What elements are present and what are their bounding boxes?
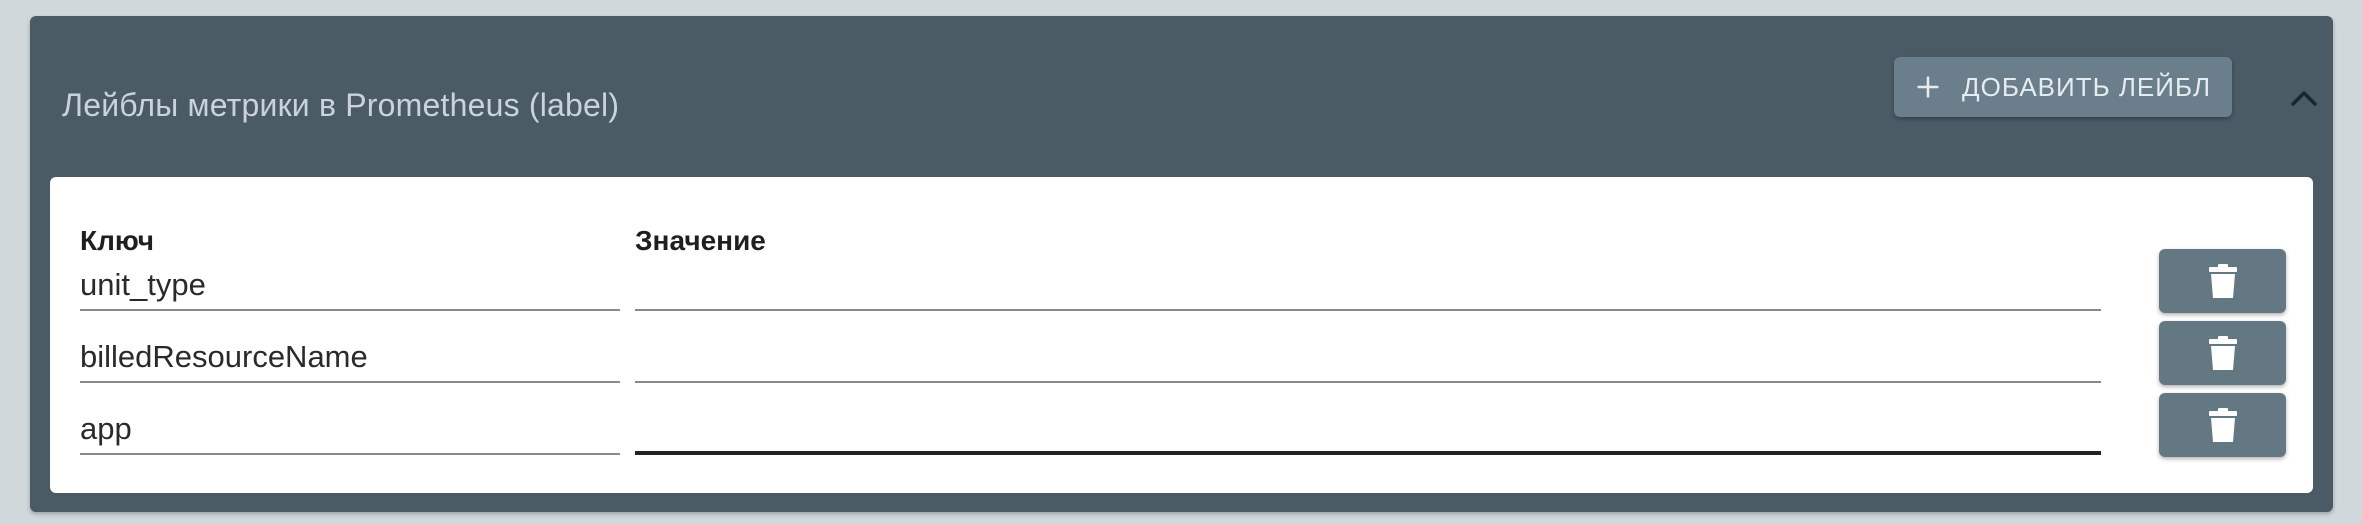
- labels-card: Ключ Значение unit_type billedResourceNa…: [50, 177, 2313, 493]
- plus-icon: [1917, 76, 1939, 98]
- add-label-button-text: ДОБАВИТЬ ЛЕЙБЛ: [1962, 71, 2212, 102]
- chevron-up-icon[interactable]: [2282, 76, 2326, 120]
- trash-icon: [2208, 336, 2237, 370]
- trash-icon: [2208, 264, 2237, 298]
- labels-panel: Лейблы метрики в Prometheus (label) ДОБА…: [30, 16, 2333, 512]
- key-field-value: app: [80, 411, 132, 446]
- delete-row-button[interactable]: [2159, 249, 2286, 313]
- value-field[interactable]: [635, 325, 2101, 383]
- key-field-value: unit_type: [80, 267, 206, 302]
- key-field[interactable]: unit_type: [80, 253, 620, 311]
- add-label-button[interactable]: ДОБАВИТЬ ЛЕЙБЛ: [1894, 57, 2232, 117]
- key-field-value: billedResourceName: [80, 339, 368, 374]
- value-field[interactable]: [635, 397, 2101, 455]
- value-field[interactable]: [635, 253, 2101, 311]
- panel-title: Лейблы метрики в Prometheus (label): [62, 87, 620, 123]
- label-row: billedResourceName: [50, 321, 2313, 397]
- delete-row-button[interactable]: [2159, 321, 2286, 385]
- delete-row-button[interactable]: [2159, 393, 2286, 457]
- key-field[interactable]: billedResourceName: [80, 325, 620, 383]
- key-field[interactable]: app: [80, 397, 620, 455]
- trash-icon: [2208, 408, 2237, 442]
- label-row: app: [50, 393, 2313, 469]
- label-row: unit_type: [50, 249, 2313, 325]
